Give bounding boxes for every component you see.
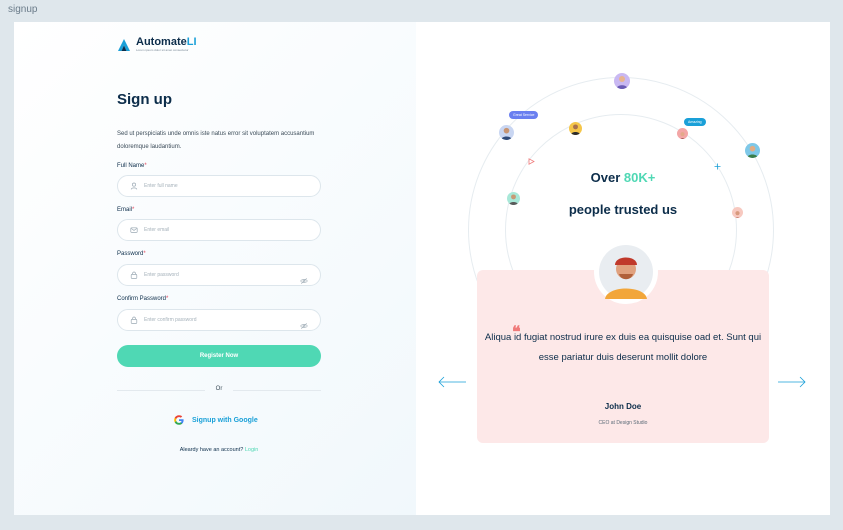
- promo-headline-line2: people trusted us: [568, 202, 678, 217]
- avatar: [569, 122, 582, 135]
- google-signup-button[interactable]: Signup with Google: [174, 415, 258, 425]
- required-marker: *: [132, 207, 135, 213]
- full-name-input[interactable]: [144, 183, 284, 189]
- eye-off-icon[interactable]: [300, 272, 308, 285]
- email-field[interactable]: [117, 219, 321, 241]
- person-avatar: [599, 245, 653, 299]
- avatar: [499, 125, 514, 140]
- password-input[interactable]: [144, 272, 284, 278]
- required-marker: *: [143, 251, 146, 257]
- or-label: Or: [215, 386, 223, 392]
- avatar: [677, 128, 688, 139]
- automateli-logo-icon: [118, 38, 130, 51]
- testimonial-quote: Aliqua id fugiat nostrud irure ex duis e…: [484, 332, 762, 363]
- lock-icon: [130, 316, 138, 324]
- google-icon: [174, 415, 184, 425]
- arrow-right-icon[interactable]: [777, 376, 807, 388]
- eye-off-icon[interactable]: [300, 317, 308, 330]
- sparkle-icon: [714, 163, 721, 170]
- play-icon: [528, 158, 535, 165]
- page-description: Sed ut perspiciatis unde omnis iste natu…: [117, 131, 315, 150]
- promo-count: 80K+: [623, 170, 656, 185]
- testimonial-role: CEO at Design Studio: [598, 420, 648, 426]
- password-label-text: Password: [117, 251, 144, 257]
- mail-icon: [130, 226, 138, 234]
- avatar: [614, 73, 630, 89]
- required-marker: *: [144, 163, 147, 169]
- email-label-text: Email: [117, 207, 133, 213]
- login-link[interactable]: Login: [245, 447, 258, 453]
- confirm-password-label: Confirm Password*: [117, 296, 168, 302]
- brand-name-part1: Automate: [136, 36, 187, 48]
- google-signup-label: Signup with Google: [192, 416, 258, 424]
- page-content: AutomateLI Lorem ipsum dolor sit amet co…: [14, 22, 830, 515]
- confirm-password-field[interactable]: [117, 309, 321, 331]
- brand-logo[interactable]: AutomateLI Lorem ipsum dolor sit amet co…: [117, 37, 197, 52]
- register-button[interactable]: Register Now: [117, 345, 321, 367]
- user-icon: [130, 182, 138, 190]
- brand-name-part2: LI: [186, 36, 197, 48]
- review-bubble: Amazing: [684, 118, 706, 126]
- email-input[interactable]: [144, 227, 284, 233]
- brand-text: AutomateLI Lorem ipsum dolor sit amet co…: [136, 37, 197, 53]
- promo-headline: Over 80K+ people trusted us: [416, 170, 830, 217]
- brand-tagline: Lorem ipsum dolor sit amet consectetur: [136, 48, 189, 52]
- login-prompt: Aleardy have an account? Login: [117, 447, 321, 453]
- arrow-left-icon[interactable]: [437, 376, 467, 388]
- page-title: Sign up: [117, 91, 172, 108]
- frame-label: signup: [8, 4, 38, 15]
- login-prompt-text: Aleardy have an account?: [179, 447, 244, 453]
- confirm-password-input[interactable]: [144, 317, 284, 323]
- password-field[interactable]: [117, 264, 321, 286]
- full-name-label: Full Name*: [117, 163, 147, 169]
- lock-icon: [130, 271, 138, 279]
- promo-headline-line1: Over 80K+: [416, 170, 830, 185]
- testimonial-avatar: [594, 240, 658, 304]
- full-name-field[interactable]: [117, 175, 321, 197]
- confirm-password-label-text: Confirm Password: [117, 296, 167, 302]
- required-marker: *: [166, 296, 169, 302]
- full-name-label-text: Full Name: [117, 163, 145, 169]
- avatar: [745, 143, 760, 158]
- or-divider: Or: [117, 384, 321, 396]
- brand-name: AutomateLI: [136, 37, 197, 48]
- email-label: Email*: [117, 207, 134, 213]
- promo-over-text: Over: [590, 170, 621, 185]
- testimonial-author: John Doe: [604, 402, 642, 411]
- password-label: Password*: [117, 251, 146, 257]
- review-bubble: Great Service: [509, 111, 539, 119]
